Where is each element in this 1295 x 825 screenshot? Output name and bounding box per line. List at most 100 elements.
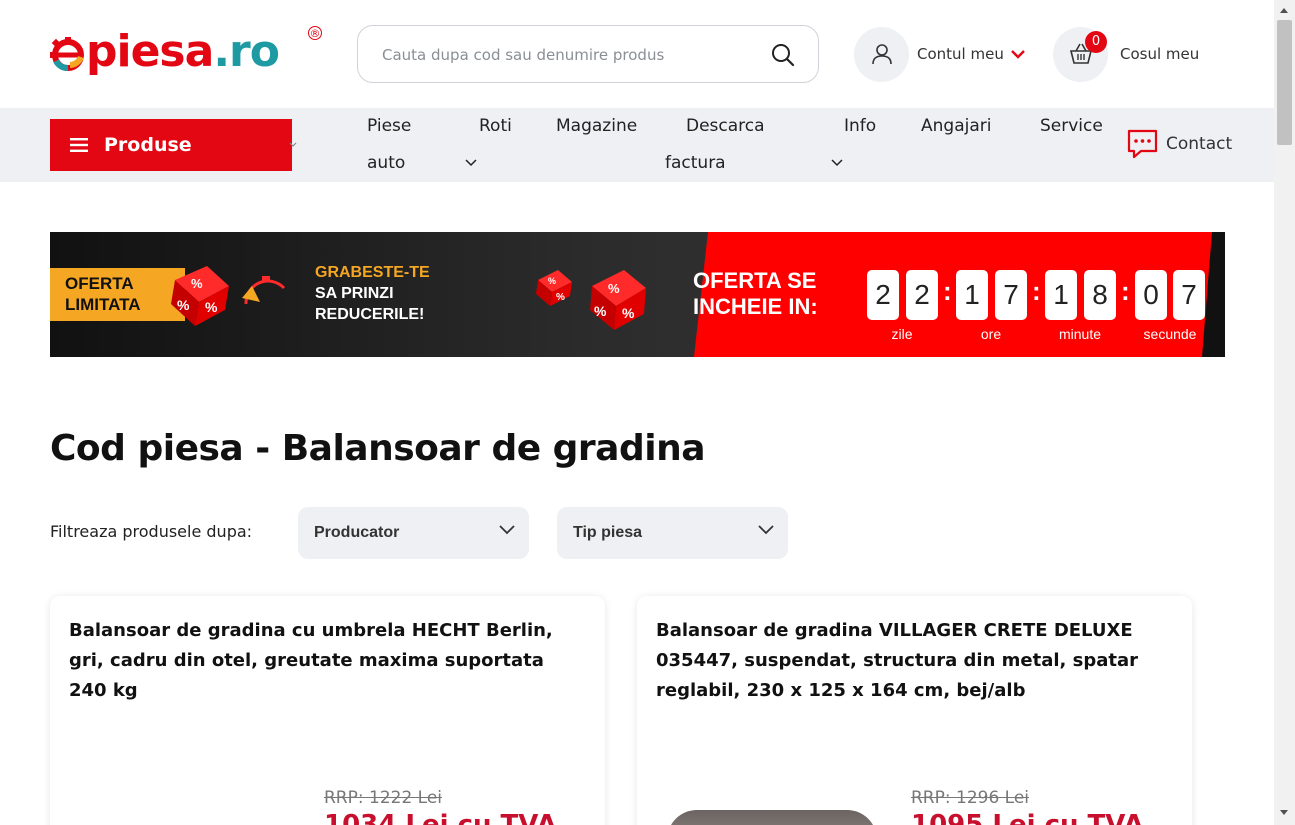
- svg-text:%: %: [191, 276, 203, 291]
- product-card[interactable]: Balansoar de gradina cu umbrela HECHT Be…: [50, 596, 605, 825]
- filter-select-label: Tip piesa: [573, 524, 643, 541]
- svg-text:%: %: [594, 303, 607, 319]
- filter-producator-select[interactable]: Producator: [298, 507, 529, 559]
- nav-item-piese-auto[interactable]: Piese auto: [367, 108, 411, 182]
- nav-item-label-line2: auto: [367, 153, 406, 173]
- nav-item-descarca-factura[interactable]: Descarca factura: [665, 108, 785, 182]
- countdown-digit: 2: [867, 270, 899, 320]
- site-header: piesa.ro ® Contul meu: [0, 0, 1274, 108]
- chevron-down-icon: [1010, 50, 1025, 59]
- nav-item-info[interactable]: Info: [844, 108, 876, 145]
- countdown-label-minutes: minute: [1058, 326, 1102, 342]
- promo-text: GRABESTE-TE SA PRINZI REDUCERILE!: [315, 262, 430, 325]
- search-input[interactable]: [382, 42, 752, 68]
- nav-item-label: Piese: [367, 116, 412, 136]
- svg-text:%: %: [622, 305, 635, 321]
- filter-tip-piesa-select[interactable]: Tip piesa: [557, 507, 788, 559]
- offer-ends-line: OFERTA SE: [693, 268, 817, 293]
- promo-line: REDUCERILE!: [315, 306, 425, 323]
- product-title[interactable]: Balansoar de gradina cu umbrela HECHT Be…: [69, 616, 579, 706]
- countdown-separator: :: [943, 276, 952, 306]
- nav-item-label-line2: factura: [665, 153, 726, 173]
- products-menu-label: Produse: [104, 134, 192, 156]
- cart-button[interactable]: 0 Cosul meu: [1053, 26, 1199, 82]
- product-card[interactable]: Balansoar de gradina VILLAGER CRETE DELU…: [637, 596, 1192, 825]
- search-box: [357, 25, 819, 83]
- countdown-digit: 1: [956, 270, 988, 320]
- page-scrollbar[interactable]: [1274, 0, 1295, 825]
- promo-line: SA PRINZI: [315, 285, 394, 302]
- site-logo[interactable]: piesa.ro: [50, 22, 280, 82]
- nav-item-roti[interactable]: Roti: [479, 108, 512, 145]
- account-menu[interactable]: Contul meu: [854, 26, 1026, 82]
- nav-item-label: Info: [844, 116, 877, 136]
- logo-wordmark: piesa.ro: [86, 30, 280, 74]
- chevron-down-icon: [289, 142, 297, 147]
- chevron-down-icon[interactable]: [831, 159, 843, 167]
- svg-text:%: %: [608, 281, 620, 296]
- nav-item-angajari[interactable]: Angajari: [921, 108, 991, 145]
- nav-item-magazine[interactable]: Magazine: [556, 108, 637, 145]
- user-icon: [871, 44, 892, 65]
- cart-count-badge: 0: [1085, 30, 1107, 53]
- hamburger-icon: [70, 138, 88, 152]
- chevron-down-icon[interactable]: [465, 159, 477, 167]
- countdown-label-days: zile: [891, 326, 913, 342]
- cart-label: Cosul meu: [1120, 45, 1200, 63]
- svg-text:%: %: [177, 297, 190, 313]
- svg-text:%: %: [556, 292, 565, 303]
- countdown-digit: 8: [1084, 270, 1116, 320]
- percent-dice-icon: % % %: [590, 270, 646, 330]
- promo-line: GRABESTE-TE: [315, 264, 430, 281]
- countdown-digit: 0: [1135, 270, 1167, 320]
- countdown-digit: 7: [995, 270, 1027, 320]
- page-title: Cod piesa - Balansoar de gradina: [50, 428, 706, 469]
- svg-text:%: %: [548, 276, 556, 286]
- registered-mark: ®: [308, 26, 322, 40]
- countdown-digit: 2: [906, 270, 938, 320]
- product-price: 1034 Lei cu TVA: [324, 810, 557, 825]
- countdown-separator: :: [1121, 276, 1130, 306]
- countdown-digit: 1: [1045, 270, 1077, 320]
- scroll-up-arrow-icon[interactable]: [1280, 8, 1288, 13]
- scrollbar-thumb[interactable]: [1277, 20, 1292, 145]
- product-rrp: RRP: 1296 Lei: [911, 788, 1030, 808]
- contact-label: Contact: [1166, 134, 1233, 154]
- scroll-down-arrow-icon[interactable]: [1280, 810, 1288, 815]
- account-icon-wrap: [854, 26, 909, 82]
- percent-dice-icon: % % %: [171, 266, 229, 326]
- search-button[interactable]: [766, 38, 800, 72]
- limited-offer-banner[interactable]: OFERTA LIMITATA % % % GRABESTE-TE SA PRI…: [50, 232, 1225, 357]
- countdown-separator: :: [1032, 276, 1041, 306]
- percent-dice-icon: % %: [536, 270, 572, 306]
- product-image[interactable]: [667, 810, 877, 825]
- filter-label: Filtreaza produsele dupa:: [50, 522, 253, 541]
- countdown-label-seconds: secunde: [1143, 326, 1197, 342]
- product-title[interactable]: Balansoar de gradina VILLAGER CRETE DELU…: [656, 616, 1166, 706]
- product-rrp: RRP: 1222 Lei: [324, 788, 443, 808]
- chat-icon: [1127, 129, 1158, 159]
- cart-icon-wrap: 0: [1053, 26, 1108, 82]
- nav-item-service[interactable]: Service: [1040, 108, 1103, 145]
- contact-link[interactable]: Contact: [1127, 129, 1232, 159]
- countdown-digit: 7: [1173, 270, 1205, 320]
- svg-text:%: %: [205, 299, 218, 315]
- countdown-label-hours: ore: [980, 326, 1002, 342]
- logo-suffix-text: .ro: [213, 26, 280, 77]
- chevron-down-icon: [758, 525, 774, 535]
- logo-main-text: piesa: [86, 26, 214, 77]
- nav-item-label: Angajari: [921, 116, 992, 136]
- products-menu-button[interactable]: Produse: [50, 119, 292, 171]
- chevron-down-icon: [499, 525, 515, 535]
- nav-item-label: Magazine: [556, 116, 638, 136]
- account-label: Contul meu: [917, 45, 1004, 63]
- nav-item-label: Roti: [479, 116, 512, 136]
- offer-ends-line: INCHEIE IN:: [693, 294, 818, 319]
- filter-select-label: Producator: [314, 524, 400, 541]
- product-price: 1095 Lei cu TVA: [911, 810, 1144, 825]
- search-icon: [772, 44, 795, 67]
- stopwatch-icon: [242, 276, 286, 305]
- gear-logo-icon: [50, 37, 84, 71]
- nav-item-label: Descarca: [686, 116, 765, 136]
- offer-ends-text: OFERTA SE INCHEIE IN:: [693, 268, 818, 320]
